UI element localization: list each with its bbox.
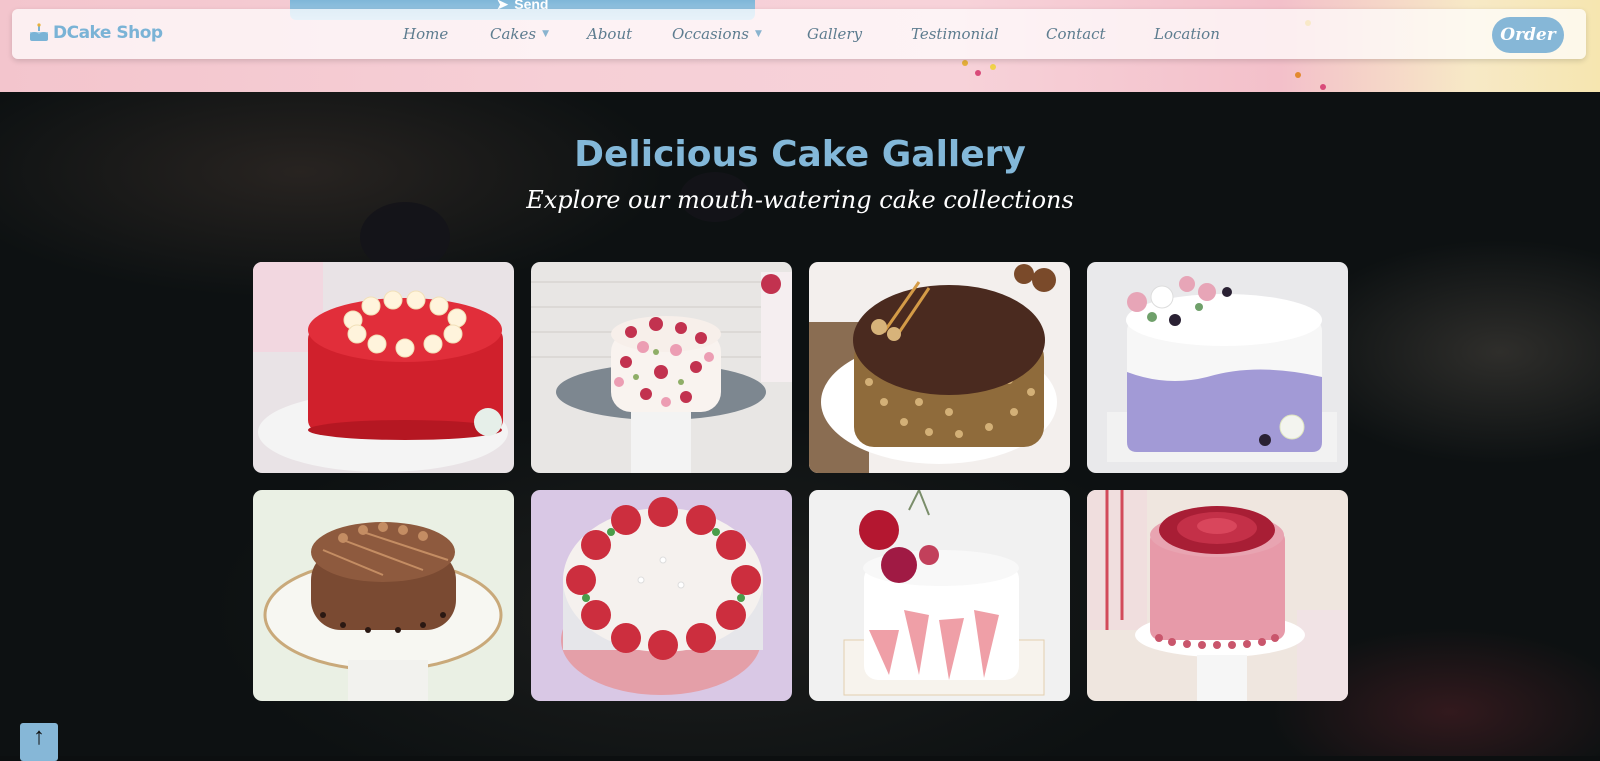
nav-gallery[interactable]: Gallery	[807, 25, 862, 43]
nav-testimonial-label: Testimonial	[911, 25, 999, 43]
nav-contact-label: Contact	[1046, 25, 1106, 43]
nav-location-label: Location	[1154, 25, 1220, 43]
back-to-top-button[interactable]: ↑	[20, 723, 58, 761]
gallery-item[interactable]	[809, 262, 1070, 473]
nav-occasions-label: Occasions	[672, 25, 749, 43]
nav-home[interactable]: Home	[403, 25, 448, 43]
lavender-floral-cake-image	[1087, 262, 1348, 473]
arrow-up-icon: ↑	[33, 723, 45, 750]
nav-contact[interactable]: Contact	[1046, 25, 1106, 43]
chocolate-swirl-cake-image	[253, 490, 514, 701]
cake-gallery-grid	[253, 262, 1348, 701]
sprinkle	[1295, 72, 1301, 78]
order-button[interactable]: Order	[1492, 17, 1564, 53]
nav-gallery-label: Gallery	[807, 25, 863, 43]
gallery-item[interactable]	[253, 490, 514, 701]
gallery-item[interactable]	[1087, 262, 1348, 473]
sprinkle	[990, 64, 996, 70]
nav-cakes-label: Cakes	[490, 25, 537, 43]
gallery-item[interactable]	[809, 490, 1070, 701]
sprinkle	[1320, 84, 1326, 90]
red-rose-ring-cake-image	[531, 490, 792, 701]
gallery-title: Delicious Cake Gallery	[574, 134, 1026, 175]
gallery-item[interactable]	[531, 262, 792, 473]
chocolate-nut-cake-image	[809, 262, 1070, 473]
nav-location[interactable]: Location	[1154, 25, 1220, 43]
nav-cakes[interactable]: Cakes ▼	[490, 25, 549, 43]
nav-home-label: Home	[403, 25, 449, 43]
gallery-item[interactable]	[253, 262, 514, 473]
chevron-down-icon: ▼	[542, 29, 550, 39]
gallery-item[interactable]	[531, 490, 792, 701]
white-pink-flower-cake-image	[809, 490, 1070, 701]
nav-about[interactable]: About	[587, 25, 632, 43]
gallery-item[interactable]	[1087, 490, 1348, 701]
nav-occasions[interactable]: Occasions ▼	[672, 25, 762, 43]
sprinkle	[975, 70, 981, 76]
chevron-down-icon: ▼	[754, 29, 762, 39]
sprinkle	[962, 60, 968, 66]
nav-testimonial[interactable]: Testimonial	[911, 25, 999, 43]
gallery-subtitle: Explore our mouth-watering cake collecti…	[526, 186, 1074, 214]
pink-dahlia-cake-image	[1087, 490, 1348, 701]
nav-links: Home Cakes ▼ About Occasions ▼ Gallery T…	[12, 9, 1586, 59]
red-velvet-cake-image	[253, 262, 514, 473]
rose-floral-cake-image	[531, 262, 792, 473]
nav-about-label: About	[587, 25, 633, 43]
navbar: DCake Shop Home Cakes ▼ About Occasions …	[12, 9, 1586, 59]
